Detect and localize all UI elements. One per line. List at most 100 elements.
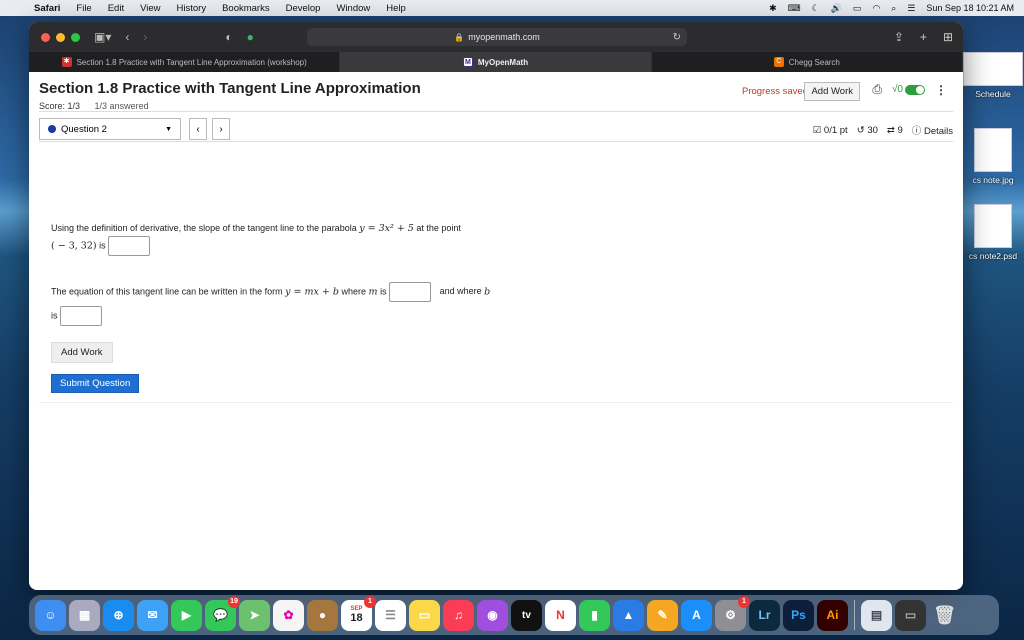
- contacts-icon[interactable]: ●: [307, 599, 338, 631]
- app-store-icon[interactable]: A: [681, 599, 712, 631]
- submit-question-button[interactable]: Submit Question: [51, 374, 140, 393]
- details-link[interactable]: ⓘ Details: [912, 123, 953, 137]
- apple-tv-icon[interactable]: tv: [511, 599, 542, 631]
- menubar-clock[interactable]: Sun Sep 18 10:21 AM: [926, 3, 1014, 13]
- control-center-icon[interactable]: ☰: [907, 3, 915, 14]
- slope-answer-input[interactable]: [108, 236, 151, 256]
- forward-icon[interactable]: ›: [143, 30, 147, 44]
- podcasts-icon[interactable]: ◉: [477, 599, 508, 631]
- bluetooth-icon[interactable]: ✱: [769, 3, 777, 14]
- menu-develop[interactable]: Develop: [286, 3, 321, 14]
- photoshop-icon[interactable]: Ps: [783, 599, 814, 631]
- finder-icon[interactable]: ☺: [35, 599, 66, 631]
- url-text: myopenmath.com: [468, 32, 540, 42]
- notes-icon[interactable]: ▭: [409, 599, 440, 631]
- previous-question-button[interactable]: ‹: [189, 118, 207, 140]
- photos-icon[interactable]: ✿: [273, 599, 304, 631]
- tab-overview-icon[interactable]: ⊞: [943, 30, 953, 44]
- m-answer-input[interactable]: [389, 282, 432, 302]
- assignment-header: Section 1.8 Practice with Tangent Line A…: [39, 72, 953, 112]
- lr-label: Lr: [758, 608, 771, 622]
- close-window-button[interactable]: [41, 32, 50, 42]
- preview-icon[interactable]: ▤: [861, 599, 892, 631]
- details-label: Details: [923, 126, 953, 137]
- cs-note-thumbnail: [974, 128, 1012, 172]
- q1-is: is: [99, 240, 106, 251]
- music-icon[interactable]: ♫: [443, 599, 474, 631]
- cs-note2-thumbnail: [974, 204, 1012, 248]
- question-selector[interactable]: Question 2 ▼: [39, 118, 181, 140]
- desktop-item-label: Schedule: [975, 89, 1011, 99]
- system-preferences-icon[interactable]: ⚙ 1: [715, 595, 750, 631]
- share-icon[interactable]: ⇪: [894, 30, 904, 44]
- add-work-button[interactable]: Add Work: [51, 342, 113, 363]
- q2-where: where: [341, 286, 367, 297]
- q2-is: is: [380, 286, 387, 297]
- minimize-window-button[interactable]: [56, 32, 65, 42]
- back-icon[interactable]: ‹: [125, 30, 129, 44]
- facetime-icon[interactable]: ▶: [171, 599, 202, 631]
- more-options-icon[interactable]: ⋮: [935, 83, 947, 97]
- desktop-item-cs-note2[interactable]: cs note2.psd: [962, 204, 1024, 261]
- pages-icon[interactable]: ✎: [647, 599, 678, 631]
- launchpad-icon[interactable]: ▦: [69, 599, 100, 631]
- tab-label: MyOpenMath: [477, 57, 529, 67]
- q2-andwhere: and where: [439, 286, 482, 297]
- b-answer-input[interactable]: [60, 306, 103, 326]
- next-question-button[interactable]: ›: [212, 118, 230, 140]
- search-icon[interactable]: ⌕: [891, 3, 896, 14]
- reload-icon[interactable]: ↻: [673, 32, 681, 43]
- keyboard-icon[interactable]: ⌨: [788, 3, 801, 14]
- tab-workshop[interactable]: ✱ Section 1.8 Practice with Tangent Line…: [29, 52, 341, 72]
- menu-app-name[interactable]: Safari: [34, 3, 60, 14]
- volume-icon[interactable]: 🔊: [831, 3, 842, 14]
- illustrator-icon[interactable]: Ai: [817, 599, 848, 631]
- numbers-icon[interactable]: ▮: [579, 599, 610, 631]
- reminders-icon[interactable]: ☰: [375, 599, 406, 631]
- grammarly-icon[interactable]: ●: [247, 30, 254, 44]
- safari-icon[interactable]: ⊕: [103, 599, 134, 631]
- messages-icon[interactable]: 💬 19: [205, 595, 240, 631]
- news-icon[interactable]: N: [545, 599, 576, 631]
- mail-icon[interactable]: ✉: [137, 599, 168, 631]
- moon-icon[interactable]: ☾: [812, 3, 820, 14]
- print-icon[interactable]: ⎙: [872, 82, 882, 97]
- desktop-item-cs-note[interactable]: cs note.jpg: [962, 128, 1024, 185]
- window-controls: [41, 32, 80, 42]
- menu-edit[interactable]: Edit: [108, 3, 124, 14]
- keynote-icon[interactable]: ▲: [613, 599, 644, 631]
- ai-label: Ai: [826, 608, 839, 622]
- shield-icon[interactable]: ◐: [225, 30, 232, 44]
- menu-history[interactable]: History: [177, 3, 207, 14]
- q1-mid: at the point: [416, 223, 461, 233]
- calendar-icon[interactable]: SEP 18 1: [341, 595, 376, 631]
- tab-chegg[interactable]: C Chegg Search: [652, 52, 963, 72]
- desktop-item-label: cs note.jpg: [972, 175, 1014, 185]
- battery-icon[interactable]: ▭: [853, 3, 862, 14]
- wifi-icon[interactable]: ◠: [872, 3, 880, 14]
- lightroom-icon[interactable]: Lr: [749, 599, 780, 631]
- menu-window[interactable]: Window: [336, 3, 370, 14]
- menu-help[interactable]: Help: [386, 3, 406, 14]
- zoom-window-button[interactable]: [71, 32, 80, 42]
- menu-bookmarks[interactable]: Bookmarks: [222, 3, 270, 14]
- trash-icon[interactable]: 🗑: [929, 600, 960, 631]
- sidebar-icon[interactable]: ▣▾: [94, 30, 111, 44]
- new-tab-icon[interactable]: +: [920, 30, 927, 44]
- divider: [39, 402, 953, 403]
- tab-myopenmath[interactable]: M MyOpenMath: [340, 52, 652, 72]
- add-work-header-button[interactable]: Add Work: [804, 82, 860, 101]
- tab-bar: ✱ Section 1.8 Practice with Tangent Line…: [29, 52, 963, 72]
- progress-status: Progress saved: [741, 86, 808, 97]
- dock-separator: [854, 600, 855, 630]
- address-bar[interactable]: 🔒 myopenmath.com ↻: [307, 28, 687, 46]
- menu-view[interactable]: View: [140, 3, 160, 14]
- maps-icon[interactable]: ➤: [239, 599, 270, 631]
- points-value: 0/1 pt: [823, 124, 848, 136]
- menu-file[interactable]: File: [76, 3, 91, 14]
- lock-icon: 🔒: [454, 32, 465, 42]
- math-toggle[interactable]: √0: [892, 84, 925, 95]
- screenshot-icon[interactable]: ▭: [895, 599, 926, 631]
- q2-m: m: [368, 286, 378, 298]
- desktop-item-schedule[interactable]: Schedule: [962, 52, 1024, 99]
